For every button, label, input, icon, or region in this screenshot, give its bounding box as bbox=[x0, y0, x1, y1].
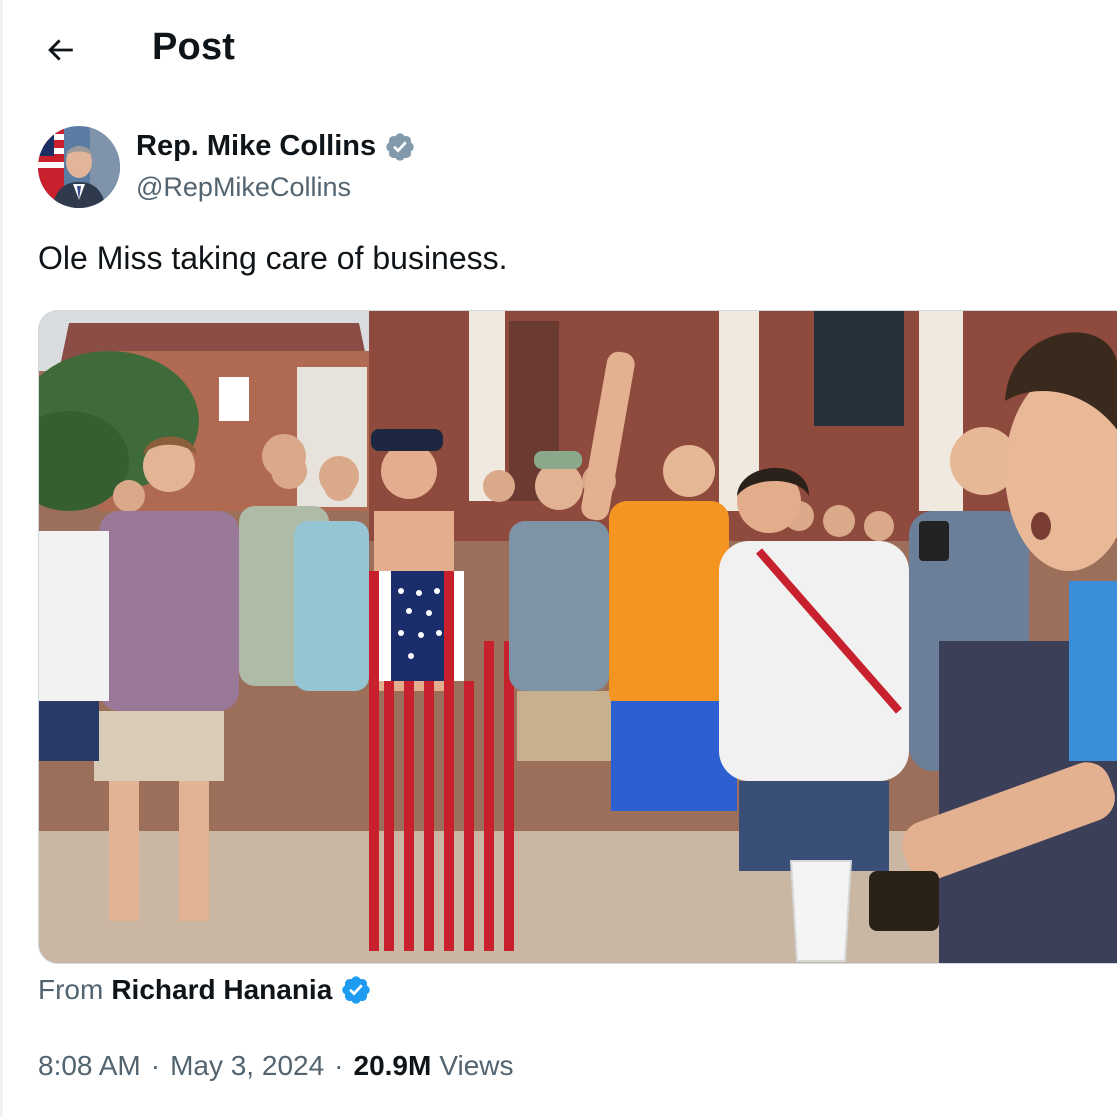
source-author-link[interactable]: Richard Hanania bbox=[111, 974, 332, 1006]
meta-separator: · bbox=[150, 1050, 161, 1081]
views-label: Views bbox=[439, 1050, 514, 1081]
author-name-row: Rep. Mike Collins bbox=[136, 130, 416, 163]
timeline-border bbox=[0, 0, 3, 1117]
avatar[interactable] bbox=[38, 126, 120, 208]
page-title: Post bbox=[152, 26, 236, 68]
meta-separator: · bbox=[334, 1050, 344, 1081]
post-author: Rep. Mike Collins @RepMikeCollins bbox=[38, 126, 738, 210]
views-count: 20.9M bbox=[353, 1050, 432, 1081]
post-date[interactable]: May 3, 2024 bbox=[170, 1050, 324, 1082]
author-handle[interactable]: @RepMikeCollins bbox=[136, 172, 351, 203]
verified-gray-badge-icon bbox=[386, 132, 414, 161]
media-source: From Richard Hanania bbox=[38, 974, 372, 1006]
from-label: From bbox=[38, 974, 104, 1005]
crowd-photo bbox=[39, 311, 1117, 963]
post-text: Ole Miss taking care of business. bbox=[38, 240, 508, 276]
back-button[interactable] bbox=[38, 28, 82, 72]
post-meta: 8:08 AM · May 3, 2024 · 20.9M Views bbox=[38, 1050, 514, 1082]
author-name[interactable]: Rep. Mike Collins bbox=[136, 130, 376, 163]
post-media[interactable] bbox=[38, 310, 1117, 964]
post-time[interactable]: 8:08 AM bbox=[38, 1050, 141, 1082]
verified-blue-badge-icon bbox=[342, 976, 370, 1004]
arrow-left-icon bbox=[48, 39, 73, 61]
page-header: Post bbox=[0, 0, 1117, 100]
